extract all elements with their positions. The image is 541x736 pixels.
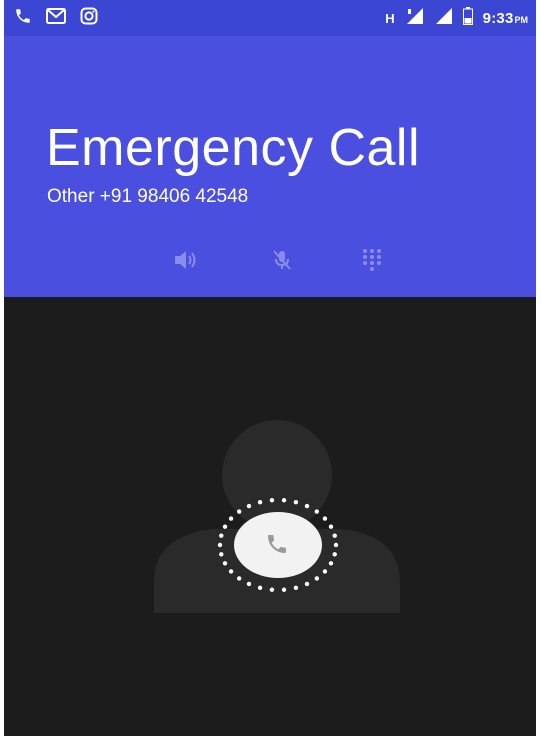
system-status: H 9:33PM (385, 7, 528, 30)
ring-dot (236, 509, 242, 514)
ring-dot (293, 585, 299, 590)
speaker-button[interactable] (170, 246, 202, 278)
ring-dot (246, 503, 252, 509)
ring-dot (332, 533, 337, 538)
ring-dot (228, 569, 234, 574)
answer-call-button[interactable] (214, 495, 342, 595)
ring-dot (322, 569, 328, 574)
signal-sim2-icon (435, 7, 453, 30)
ring-dot (293, 500, 299, 505)
network-type-label: H (385, 11, 395, 26)
ring-dot (314, 576, 320, 581)
ring-dot (328, 524, 334, 529)
ring-dot (217, 542, 223, 548)
ring-dot (257, 585, 263, 590)
instagram-icon (80, 7, 98, 30)
call-actions (4, 246, 536, 278)
ring-dot (281, 587, 287, 592)
ring-dot (246, 581, 252, 587)
call-screen: H 9:33PM Emergency Call Other +91 98406 … (4, 0, 536, 736)
ring-dot (304, 581, 310, 587)
dialpad-button[interactable] (356, 246, 388, 278)
ring-dot (269, 587, 275, 592)
notification-icons (14, 7, 98, 30)
speaker-icon (173, 249, 199, 276)
phone-icon (14, 7, 32, 30)
ring-dot (281, 498, 287, 503)
gmail-icon (46, 8, 66, 29)
mute-button[interactable] (266, 246, 298, 278)
call-title: Emergency Call (46, 119, 421, 177)
ring-dot (219, 552, 224, 557)
ring-dot (219, 533, 224, 538)
ring-dot (333, 542, 339, 548)
signal-sim1-icon (405, 7, 425, 30)
ring-dot (222, 561, 228, 566)
ring-dot (222, 524, 228, 529)
ring-dot (269, 498, 275, 503)
call-header: Emergency Call Other +91 98406 42548 (4, 36, 536, 297)
status-bar: H 9:33PM (4, 0, 536, 36)
caller-number: Other +91 98406 42548 (47, 186, 249, 207)
clock: 9:33PM (482, 9, 528, 27)
ring-dot (257, 500, 263, 505)
mic-off-icon (270, 248, 294, 277)
caller-photo-area (4, 297, 536, 736)
ring-dot (314, 509, 320, 514)
ring-dot (236, 576, 242, 581)
ring-dot (228, 516, 234, 521)
ring-dot (304, 503, 310, 509)
dialpad-icon (361, 248, 383, 277)
ring-dot (332, 552, 337, 557)
ring-dot (328, 561, 334, 566)
ring-dot (322, 516, 328, 521)
battery-icon (462, 7, 473, 30)
